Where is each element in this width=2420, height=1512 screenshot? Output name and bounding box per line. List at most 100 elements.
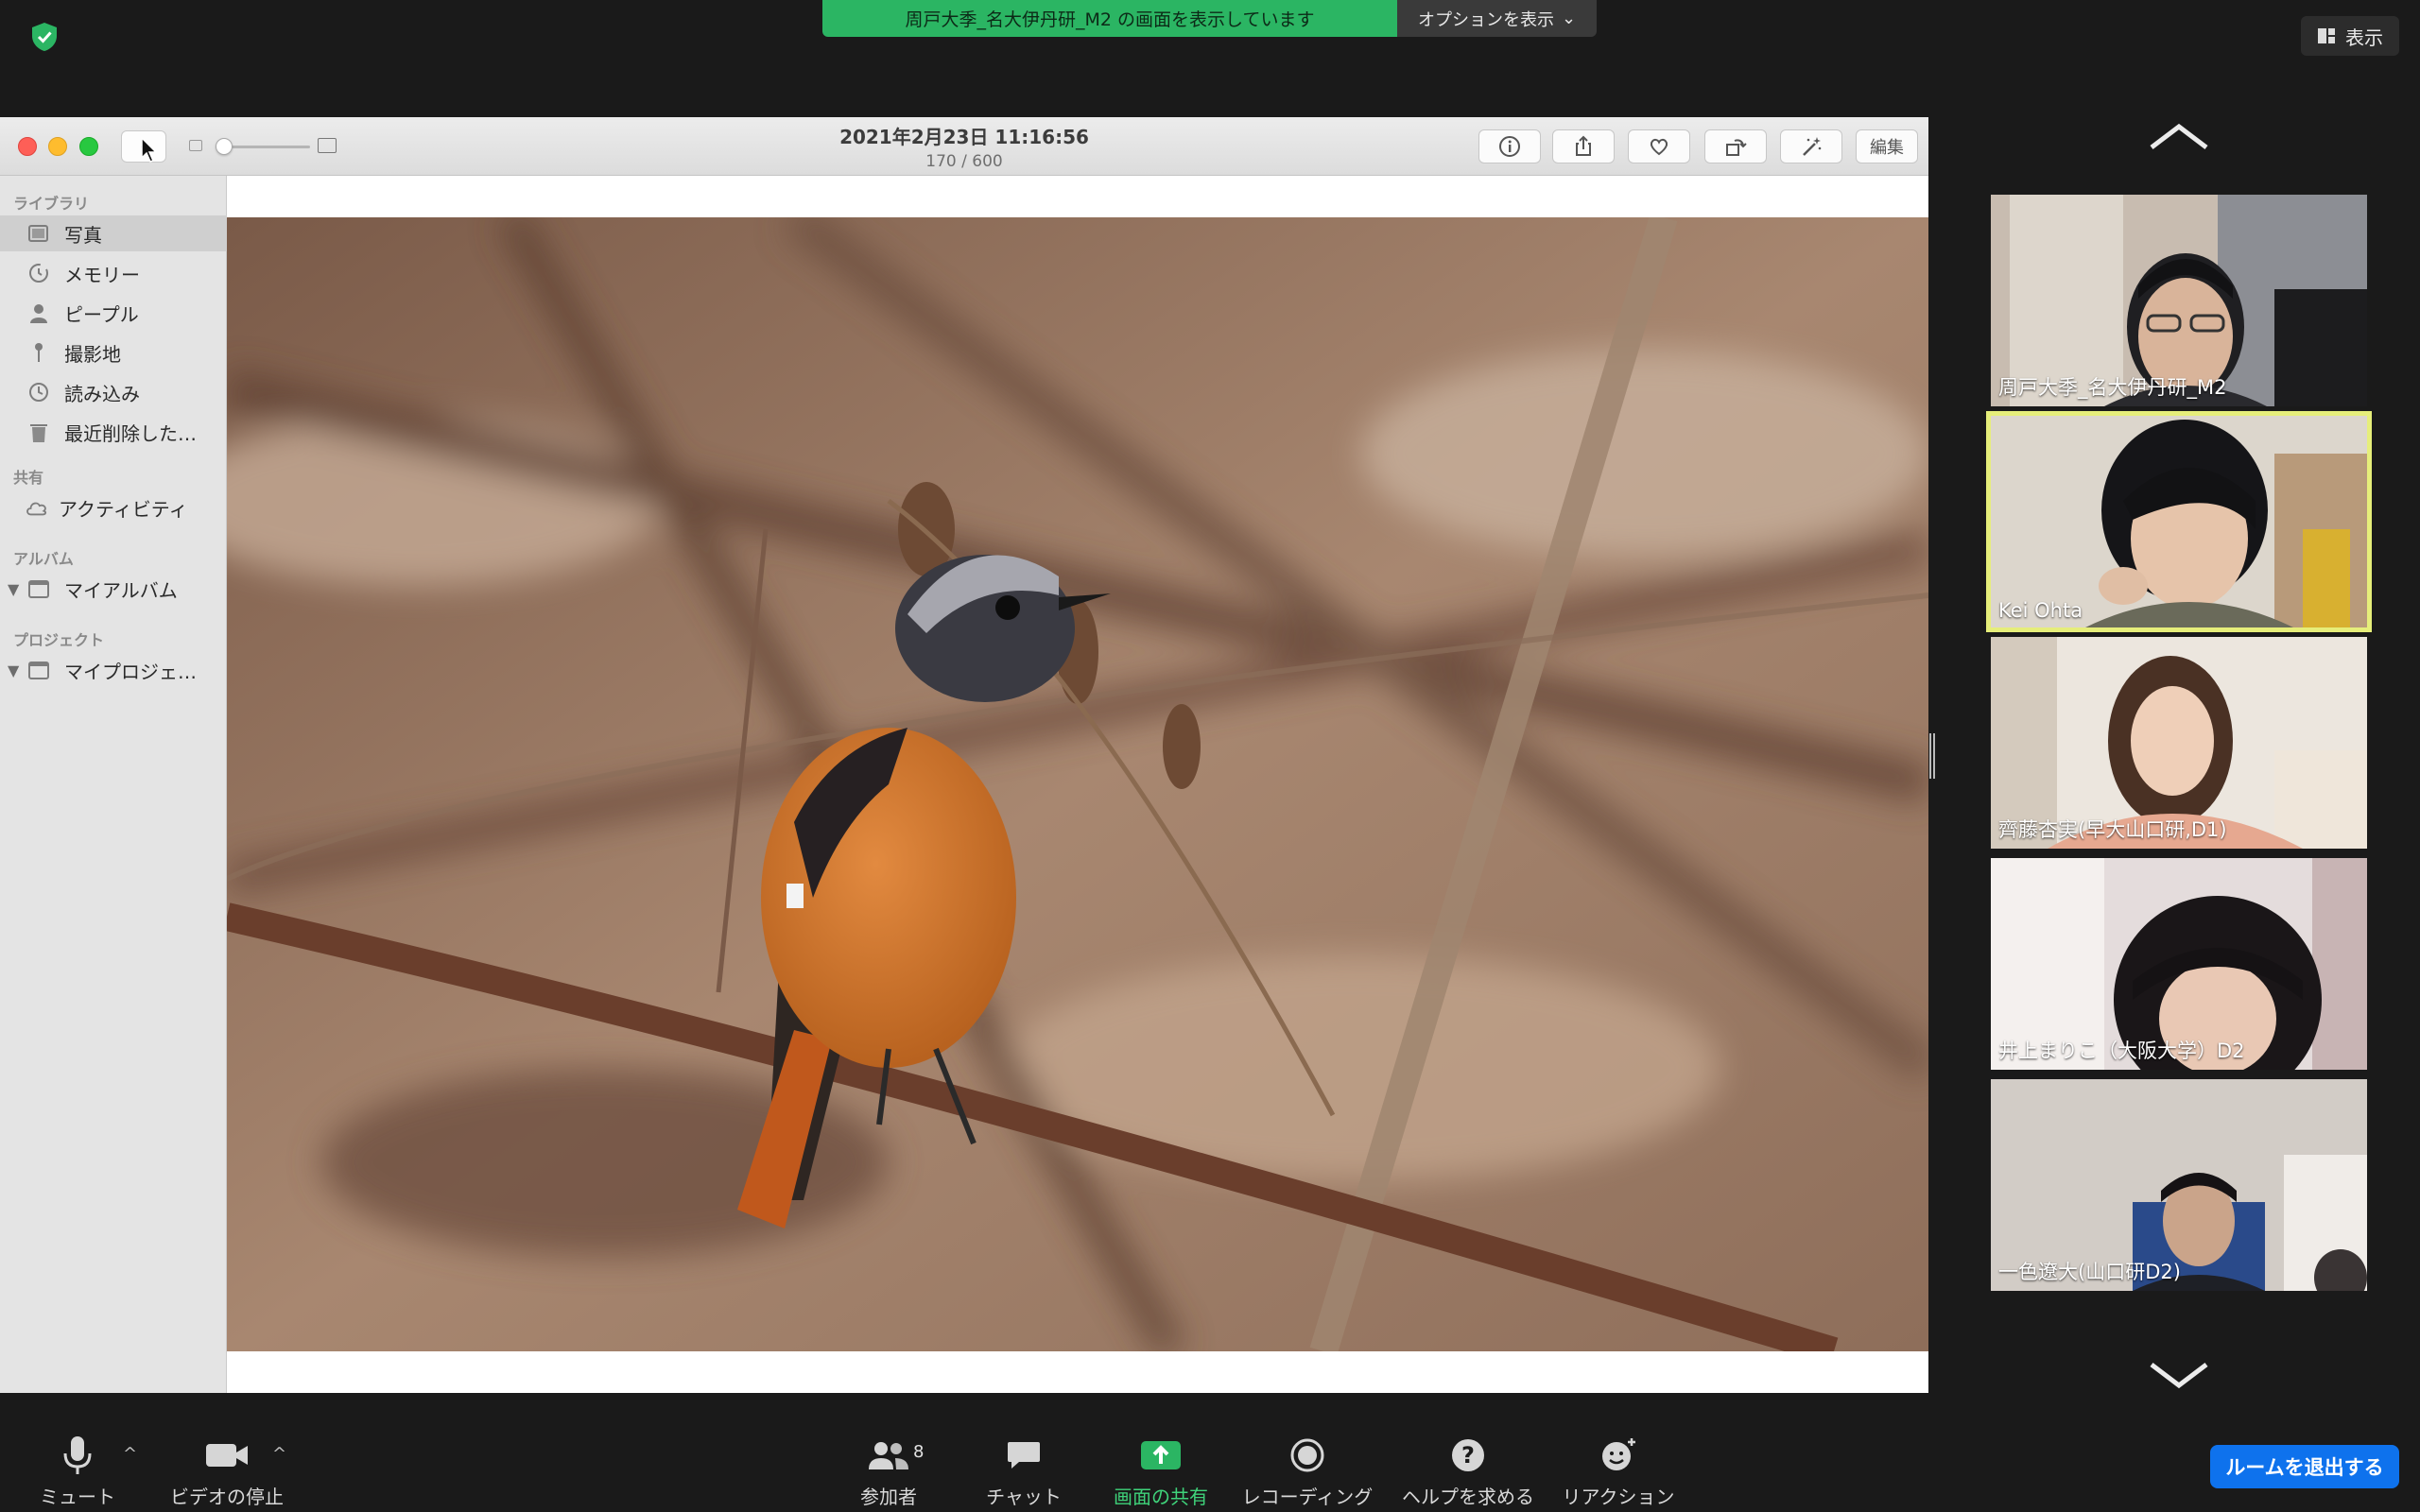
- sidebar-item-label: ピープル: [64, 302, 139, 326]
- edit-button[interactable]: 編集: [1856, 129, 1918, 163]
- share-screen-icon: [1139, 1433, 1183, 1478]
- recording-label: レコーディング: [1241, 1486, 1374, 1508]
- security-shield-icon[interactable]: [28, 21, 60, 53]
- chat-label: チャット: [986, 1486, 1062, 1508]
- sidebar-projects-header: プロジェクト: [13, 631, 105, 649]
- chevron-down-icon: ⌄: [1561, 9, 1577, 28]
- photo-viewer: [227, 176, 1928, 1393]
- edit-button-label: 編集: [1870, 138, 1904, 158]
- disclosure-triangle-icon[interactable]: ▼: [8, 662, 19, 679]
- participant-name: 井上まりこ（大阪大学）D2: [1998, 1040, 2245, 1062]
- recording-button[interactable]: レコーディング: [1238, 1423, 1376, 1512]
- sidebar-item-places[interactable]: 撮影地: [0, 335, 227, 370]
- participants-label: 参加者: [860, 1486, 917, 1508]
- reactions-button[interactable]: リアクション: [1560, 1423, 1677, 1512]
- gallery-scroll-up-icon[interactable]: [2148, 121, 2210, 151]
- participant-name: 一色遼大(山口研D2): [1998, 1261, 2181, 1283]
- sidebar-item-label: アクティビティ: [59, 497, 188, 521]
- video-options-caret-icon[interactable]: ^: [272, 1444, 286, 1464]
- mute-button[interactable]: ミュート: [36, 1423, 119, 1512]
- trash-icon: [26, 420, 51, 444]
- mouse-pointer-icon: [141, 137, 157, 163]
- sidebar-item-label: 写真: [64, 223, 102, 247]
- info-button[interactable]: [1478, 129, 1541, 163]
- gallery-resize-handle[interactable]: [1929, 733, 1935, 779]
- photos-sidebar: ライブラリ 写真 メモリー ピープル 撮影地 読み込み 最近削除した… 共有 ア…: [0, 176, 227, 1393]
- sidebar-item-my-projects[interactable]: ▼ マイプロジェ…: [0, 652, 227, 688]
- sidebar-item-label: マイアルバム: [64, 578, 178, 602]
- participant-tile[interactable]: 一色遼大(山口研D2): [1991, 1079, 2367, 1291]
- chat-bubble-icon: [1006, 1433, 1042, 1478]
- favorite-button[interactable]: [1628, 129, 1690, 163]
- share-screen-button[interactable]: 画面の共有: [1106, 1423, 1216, 1512]
- zoom-meeting-window: 周戸大季_名大伊丹研_M2 の画面を表示しています オプションを表示 ⌄ 表示 …: [0, 0, 2420, 1512]
- participant-tile[interactable]: 周戸大季_名大伊丹研_M2: [1991, 195, 2367, 406]
- zoom-slider[interactable]: [189, 136, 340, 157]
- participant-video: [1991, 416, 2367, 627]
- emoji-add-icon: [1599, 1433, 1637, 1478]
- layout-icon: [2318, 28, 2335, 43]
- participant-name: 齊藤杏実(早大山口研,D1): [1998, 818, 2227, 841]
- leave-room-button[interactable]: ルームを退出する: [2210, 1445, 2399, 1488]
- view-options-label: オプションを表示: [1417, 9, 1554, 30]
- chat-button[interactable]: チャット: [983, 1423, 1064, 1512]
- sidebar-item-recently-deleted[interactable]: 最近削除した…: [0, 414, 227, 450]
- participant-tile[interactable]: 齊藤杏実(早大山口研,D1): [1991, 637, 2367, 849]
- sidebar-item-photos[interactable]: 写真: [0, 215, 227, 251]
- sidebar-item-label: マイプロジェ…: [64, 660, 197, 683]
- sidebar-albums-header: アルバム: [13, 550, 74, 568]
- ask-for-help-button[interactable]: ? ヘルプを求める: [1399, 1423, 1537, 1512]
- share-icon: [1576, 135, 1591, 156]
- maximize-window-button[interactable]: [79, 137, 98, 156]
- participants-button[interactable]: 参加者: [855, 1423, 923, 1512]
- stop-video-button[interactable]: ビデオの停止: [168, 1423, 285, 1512]
- large-photo-icon: [318, 138, 337, 153]
- sidebar-item-memories[interactable]: メモリー: [0, 255, 227, 291]
- share-screen-label: 画面の共有: [1114, 1486, 1208, 1508]
- sidebar-item-activity[interactable]: アクティビティ: [0, 490, 227, 525]
- shared-photos-window: ‹ 2021年2月23日 11:16:56 170 / 600: [0, 117, 1928, 1393]
- sidebar-item-people[interactable]: ピープル: [0, 295, 227, 331]
- help-icon: ?: [1450, 1433, 1486, 1478]
- heart-icon: [1650, 138, 1668, 156]
- sidebar-item-label: 撮影地: [64, 342, 121, 366]
- sidebar-library-header: ライブラリ: [13, 195, 90, 213]
- sidebar-item-label: 最近削除した…: [64, 421, 197, 445]
- auto-enhance-button[interactable]: [1780, 129, 1842, 163]
- microphone-icon: [61, 1433, 94, 1478]
- folder-icon: [26, 658, 51, 682]
- mute-label: ミュート: [40, 1486, 115, 1508]
- gallery-scroll-down-icon[interactable]: [2148, 1361, 2210, 1391]
- cloud-icon: [25, 495, 49, 520]
- sidebar-item-label: 読み込み: [64, 382, 140, 405]
- participants-icon: [867, 1433, 910, 1478]
- magic-wand-icon: [1803, 137, 1822, 156]
- disclosure-triangle-icon[interactable]: ▼: [8, 580, 19, 598]
- photos-icon: [26, 221, 51, 246]
- close-window-button[interactable]: [18, 137, 37, 156]
- view-layout-button[interactable]: 表示: [2301, 16, 2399, 56]
- photo-counter: 170 / 600: [925, 152, 1003, 171]
- participant-tile-active-speaker[interactable]: Kei Ohta: [1986, 411, 2372, 632]
- folder-icon: [26, 576, 51, 601]
- info-icon: [1499, 136, 1520, 157]
- audio-options-caret-icon[interactable]: ^: [123, 1444, 137, 1464]
- reactions-label: リアクション: [1562, 1486, 1675, 1508]
- view-layout-label: 表示: [2345, 26, 2383, 49]
- sidebar-item-label: メモリー: [64, 263, 140, 286]
- photo-title: 2021年2月23日 11:16:56 170 / 600: [775, 122, 1153, 171]
- share-button[interactable]: [1552, 129, 1615, 163]
- bird-photo[interactable]: [227, 217, 1928, 1351]
- zoom-slider-knob[interactable]: [216, 138, 233, 155]
- minimize-window-button[interactable]: [48, 137, 67, 156]
- rotate-button[interactable]: [1704, 129, 1767, 163]
- rotate-icon: [1726, 139, 1747, 156]
- view-options-dropdown[interactable]: オプションを表示 ⌄: [1397, 0, 1597, 37]
- bird-photo-image: [227, 217, 1928, 1351]
- sidebar-shared-header: 共有: [13, 469, 44, 487]
- ask-for-help-label: ヘルプを求める: [1402, 1486, 1534, 1508]
- sidebar-item-imports[interactable]: 読み込み: [0, 374, 227, 410]
- participant-tile[interactable]: 井上まりこ（大阪大学）D2: [1991, 858, 2367, 1070]
- sidebar-item-my-albums[interactable]: ▼ マイアルバム: [0, 571, 227, 607]
- screen-share-banner: 周戸大季_名大伊丹研_M2 の画面を表示しています: [822, 0, 1397, 37]
